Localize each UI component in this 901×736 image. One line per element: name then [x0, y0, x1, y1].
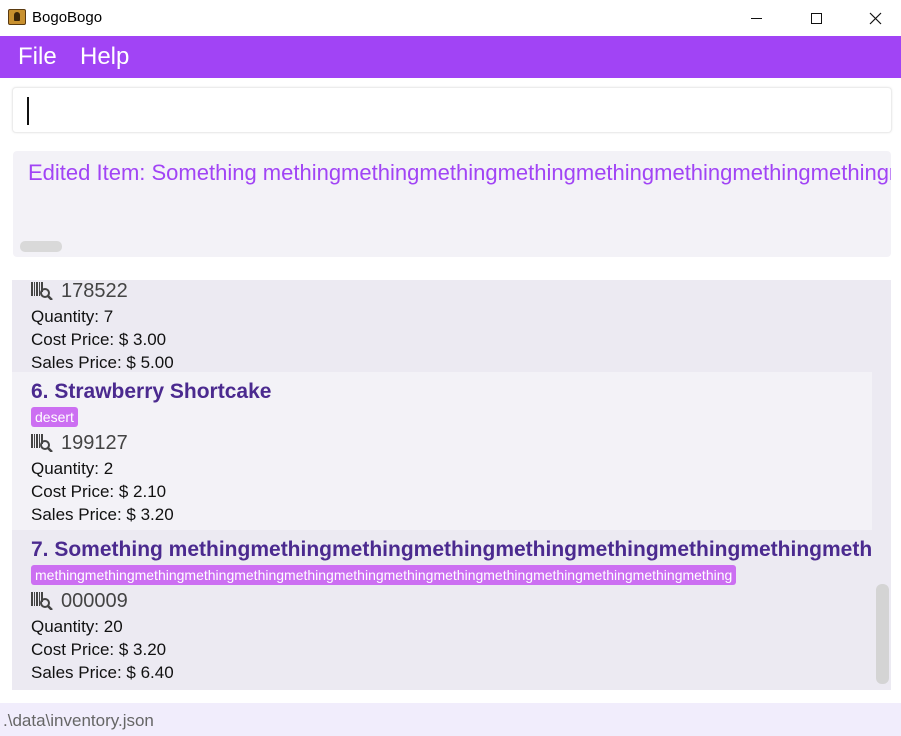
result-text: Edited Item: Something methingmethingmet…	[28, 160, 891, 185]
menu-file[interactable]: File	[18, 43, 57, 71]
file-path-label: .\data\inventory.json	[3, 711, 154, 730]
item-tag: desert	[31, 407, 78, 427]
sales-price-label: Sales Price: $ 6.40	[31, 663, 174, 682]
close-button[interactable]	[846, 0, 901, 36]
item-list-panel: 178522 Quantity: 7 Cost Price: $ 3.00 Sa…	[12, 280, 891, 690]
menu-bar: File Help	[0, 36, 901, 78]
close-icon	[869, 12, 881, 24]
status-bar: .\data\inventory.json	[0, 703, 901, 736]
list-item[interactable]: 7. Something methingmethingmethingmethin…	[12, 530, 872, 690]
barcode-search-icon	[31, 592, 53, 610]
maximize-button[interactable]	[787, 0, 845, 36]
cost-price-label: Cost Price: $ 3.00	[31, 330, 167, 349]
list-item[interactable]: 178522 Quantity: 7 Cost Price: $ 3.00 Sa…	[12, 280, 872, 372]
maximize-icon	[810, 12, 822, 24]
cost-price-label: Cost Price: $ 2.10	[31, 482, 167, 501]
barcode-value: 178522	[61, 280, 128, 302]
quantity-label: Quantity: 20	[31, 617, 123, 636]
result-display[interactable]: Edited Item: Something methingmethingmet…	[13, 151, 891, 257]
command-input[interactable]	[12, 87, 892, 133]
barcode-value: 199127	[61, 432, 128, 454]
horizontal-scrollbar[interactable]	[20, 241, 62, 252]
text-caret	[27, 97, 29, 125]
quantity-label: Quantity: 7	[31, 307, 114, 326]
barcode-search-icon	[31, 434, 53, 452]
sales-price-label: Sales Price: $ 3.20	[31, 505, 174, 524]
vertical-scrollbar-thumb[interactable]	[876, 584, 889, 684]
cost-price-label: Cost Price: $ 3.20	[31, 640, 167, 659]
minimize-button[interactable]	[727, 0, 785, 36]
minimize-icon	[750, 17, 762, 19]
barcode-search-icon	[31, 282, 53, 300]
barcode-value: 000009	[61, 590, 128, 612]
app-icon	[8, 9, 26, 25]
list-item[interactable]: 6. Strawberry Shortcake desert 199127 Qu…	[12, 372, 872, 530]
window-title: BogoBogo	[32, 9, 103, 26]
sales-price-label: Sales Price: $ 5.00	[31, 353, 174, 372]
menu-help[interactable]: Help	[80, 43, 129, 71]
item-tag: methingmethingmethingmethingmethingmethi…	[31, 565, 737, 585]
quantity-label: Quantity: 2	[31, 459, 114, 478]
item-title: 7. Something methingmethingmethingmethin…	[31, 538, 872, 561]
item-title: 6. Strawberry Shortcake	[31, 380, 272, 403]
title-bar: BogoBogo	[0, 0, 901, 36]
